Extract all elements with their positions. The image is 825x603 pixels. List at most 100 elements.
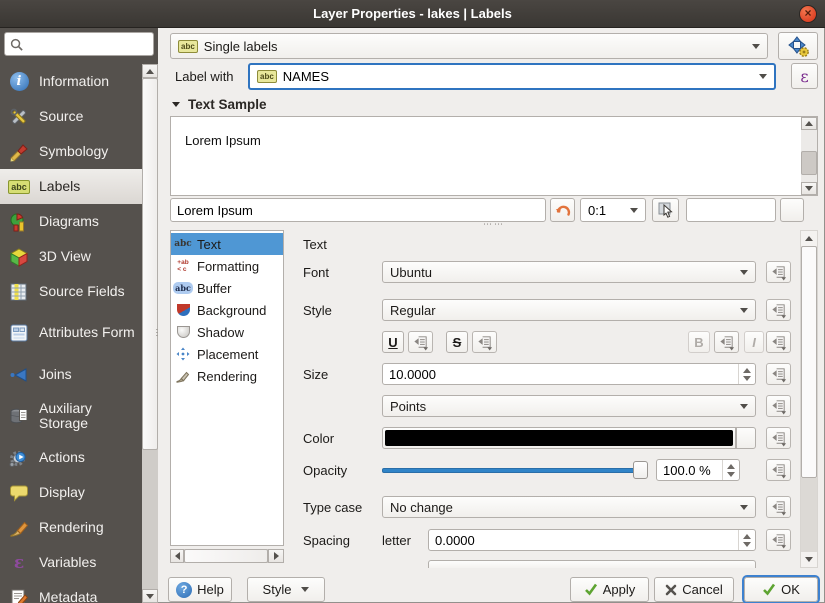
scroll-down-button[interactable]: [801, 552, 817, 567]
sidebar-item-metadata[interactable]: Metadata: [0, 580, 142, 603]
splitter-handle-horizontal[interactable]: ⋯⋯: [483, 219, 505, 230]
bold-override-button[interactable]: [714, 331, 739, 353]
panel-scrollbar[interactable]: [800, 230, 818, 568]
sidebar-item-information[interactable]: i Information: [0, 64, 142, 99]
font-override-button[interactable]: [766, 261, 791, 283]
style-override-button[interactable]: [766, 299, 791, 321]
italic-override-button[interactable]: [766, 331, 791, 353]
type-case-combo[interactable]: No change: [382, 496, 756, 518]
preview-background-swatch[interactable]: [686, 198, 776, 222]
cancel-button[interactable]: Cancel: [654, 577, 734, 602]
text-sample-title: Text Sample: [188, 97, 267, 112]
scroll-down-button[interactable]: [801, 182, 817, 195]
tab-shadow[interactable]: Shadow: [171, 321, 283, 343]
scale-input[interactable]: [588, 203, 622, 218]
style-menu-button[interactable]: Style: [247, 577, 325, 602]
scrollbar-thumb[interactable]: [184, 549, 268, 563]
scroll-left-button[interactable]: [170, 549, 184, 563]
size-spinbox[interactable]: [382, 363, 756, 385]
strikeout-override-button[interactable]: [472, 331, 497, 353]
scrollbar-thumb[interactable]: [142, 78, 158, 450]
size-input[interactable]: [389, 367, 738, 382]
title-bar[interactable]: Layer Properties - lakes | Labels ×: [0, 0, 825, 28]
scroll-right-button[interactable]: [268, 549, 284, 563]
underline-override-button[interactable]: [408, 331, 433, 353]
italic-button[interactable]: I: [744, 331, 764, 353]
tab-placement[interactable]: Placement: [171, 343, 283, 365]
label-with-input[interactable]: [283, 69, 703, 84]
spinner-buttons[interactable]: [738, 530, 751, 550]
spinner-buttons[interactable]: [722, 460, 735, 480]
bold-glyph: B: [694, 335, 703, 350]
style-combo[interactable]: Regular: [382, 299, 756, 321]
sidebar-item-labels[interactable]: abc Labels: [0, 169, 142, 204]
sample-text-input[interactable]: [177, 203, 539, 218]
bold-button[interactable]: B: [688, 331, 710, 353]
apply-button[interactable]: Apply: [570, 577, 649, 602]
tab-text[interactable]: abc Text: [171, 233, 283, 255]
sidebar-item-joins[interactable]: Joins: [0, 357, 142, 392]
chevron-down-icon: [759, 74, 767, 79]
scrollbar-thumb[interactable]: [801, 151, 817, 175]
opacity-override-button[interactable]: [766, 459, 791, 481]
opacity-input[interactable]: [663, 463, 722, 478]
3d-view-icon: [8, 246, 30, 268]
sidebar-item-attributes-form[interactable]: Attributes Form: [0, 309, 142, 357]
tab-buffer[interactable]: abc Buffer: [171, 277, 283, 299]
color-dropdown-button[interactable]: [736, 427, 756, 449]
underline-button[interactable]: U: [382, 331, 404, 353]
text-sample-header[interactable]: Text Sample: [172, 97, 267, 112]
type-case-override-button[interactable]: [766, 496, 791, 518]
expression-builder-button[interactable]: ε: [791, 63, 818, 89]
color-button[interactable]: [382, 427, 736, 449]
reset-sample-button[interactable]: [550, 198, 575, 222]
opacity-spinbox[interactable]: [656, 459, 740, 481]
size-units-override-button[interactable]: [766, 395, 791, 417]
ok-button[interactable]: OK: [744, 577, 818, 602]
sidebar-item-display[interactable]: Display: [0, 475, 142, 510]
color-override-button[interactable]: [766, 427, 791, 449]
sidebar-item-diagrams[interactable]: Diagrams: [0, 204, 142, 239]
preview-background-arrow-button[interactable]: [780, 198, 804, 222]
help-button[interactable]: ? Help: [168, 577, 232, 602]
scrollbar-thumb[interactable]: [801, 246, 817, 478]
spacing-override-button[interactable]: [766, 529, 791, 551]
tab-rendering[interactable]: Rendering: [171, 365, 283, 387]
sidebar-item-variables[interactable]: ε Variables: [0, 545, 142, 580]
letter-spacing-input[interactable]: [435, 533, 738, 548]
preview-scrollbar[interactable]: [801, 117, 817, 195]
scrollbar-track-lower[interactable]: [801, 478, 817, 552]
opacity-slider[interactable]: [382, 459, 648, 481]
label-with-combo[interactable]: abc: [248, 63, 776, 90]
slider-handle[interactable]: [633, 461, 648, 479]
labeling-mode-combo[interactable]: abc Single labels: [170, 33, 768, 59]
font-combo[interactable]: Ubuntu: [382, 261, 756, 283]
size-units-combo[interactable]: Points: [382, 395, 756, 417]
search-input[interactable]: [27, 37, 149, 52]
spinner-buttons[interactable]: [738, 364, 751, 384]
map-canvas-preview-button[interactable]: [652, 198, 679, 222]
sample-scale-combo[interactable]: [580, 198, 646, 222]
sidebar-item-source-fields[interactable]: Source Fields: [0, 274, 142, 309]
tab-background[interactable]: Background: [171, 299, 283, 321]
sidebar-item-source[interactable]: Source: [0, 99, 142, 134]
scroll-up-button[interactable]: [801, 231, 817, 246]
scroll-down-button[interactable]: [142, 589, 158, 603]
auto-placement-settings-button[interactable]: [778, 32, 818, 60]
scroll-up-button[interactable]: [801, 117, 817, 130]
sidebar-search[interactable]: [4, 32, 154, 56]
letter-spacing-spinbox[interactable]: [428, 529, 756, 551]
scroll-up-button[interactable]: [142, 64, 158, 78]
size-override-button[interactable]: [766, 363, 791, 385]
x-icon: [665, 584, 677, 596]
sidebar-item-actions[interactable]: Actions: [0, 440, 142, 475]
sidebar-item-3d-view[interactable]: 3D View: [0, 239, 142, 274]
close-button[interactable]: ×: [799, 5, 817, 23]
splitter-handle[interactable]: ⋯: [152, 328, 162, 339]
tab-list-h-scrollbar[interactable]: [170, 549, 284, 563]
strikeout-button[interactable]: S: [446, 331, 468, 353]
sidebar-item-auxiliary-storage[interactable]: Auxiliary Storage: [0, 392, 142, 440]
sidebar-item-symbology[interactable]: Symbology: [0, 134, 142, 169]
tab-formatting[interactable]: +ab< c Formatting: [171, 255, 283, 277]
sidebar-item-rendering[interactable]: Rendering: [0, 510, 142, 545]
